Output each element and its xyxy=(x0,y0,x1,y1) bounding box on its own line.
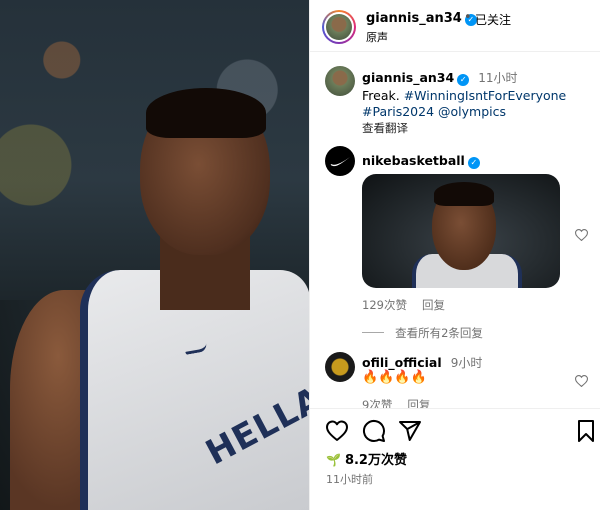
caption-username[interactable]: giannis_an34 xyxy=(362,70,454,85)
leaf-icon: 🌱 xyxy=(326,453,341,467)
comment-like-count[interactable]: 129次赞 xyxy=(362,298,407,312)
reply-button[interactable]: 回复 xyxy=(422,298,445,312)
reply-button[interactable]: 回复 xyxy=(407,398,430,408)
post-header: giannis_an34 ✓ • 已关注 原声 xyxy=(310,0,600,52)
comment-icon[interactable] xyxy=(362,419,386,443)
share-icon[interactable] xyxy=(398,419,422,443)
nike-swoosh-icon xyxy=(330,157,350,167)
post-sidebar: giannis_an34 ✓ • 已关注 原声 giannis_an34 ✓ 11小… xyxy=(309,0,600,510)
hashtag-link[interactable]: #WinningIsntForEveryone xyxy=(404,88,567,103)
commenter-avatar[interactable] xyxy=(325,146,355,176)
action-bar: 🌱 8.2万次赞 11小时前 xyxy=(310,408,600,510)
commenter-username[interactable]: ofili_official xyxy=(362,355,442,370)
comment-text: 🔥🔥🔥🔥 xyxy=(362,370,427,385)
author-avatar[interactable] xyxy=(322,10,356,44)
comment-time: 9小时 xyxy=(450,356,483,370)
post-media[interactable]: HELLAS xyxy=(0,0,309,510)
view-replies-button[interactable]: 查看所有2条回复 xyxy=(362,322,483,341)
like-count[interactable]: 🌱 8.2万次赞 xyxy=(326,449,407,468)
comment-like-heart-icon[interactable] xyxy=(574,372,589,388)
hashtag-link[interactable]: #Paris2024 xyxy=(362,104,434,119)
caption-time: 11小时 xyxy=(478,71,518,85)
author-username[interactable]: giannis_an34 ✓ xyxy=(366,11,477,26)
player-hair xyxy=(146,88,266,138)
verified-icon: ✓ xyxy=(457,74,470,86)
commenter-avatar[interactable] xyxy=(325,352,355,382)
heart-icon[interactable] xyxy=(325,419,349,443)
comment-like-heart-icon[interactable] xyxy=(574,226,589,242)
audio-label[interactable]: 原声 xyxy=(366,29,388,45)
caption-text: Freak. xyxy=(362,88,400,103)
comments-section[interactable]: giannis_an34 ✓ 11小时 Freak. #WinningIsntFo… xyxy=(310,52,600,408)
bookmark-icon[interactable] xyxy=(574,419,594,443)
comment-row: ofili_official 9小时 🔥🔥🔥🔥 9次赞 回复 xyxy=(310,350,600,408)
following-button[interactable]: 已关注 xyxy=(475,11,511,28)
see-translation-link[interactable]: 查看翻译 xyxy=(362,120,592,136)
verified-icon: ✓ xyxy=(467,157,480,169)
separator-dot: • xyxy=(464,10,472,25)
caption-row: giannis_an34 ✓ 11小时 Freak. #WinningIsntFo… xyxy=(310,66,600,136)
mention-link[interactable]: @olympics xyxy=(438,104,506,119)
commenter-username[interactable]: nikebasketball xyxy=(362,153,465,168)
comment-like-count[interactable]: 9次赞 xyxy=(362,398,392,408)
post-time: 11小时前 xyxy=(326,473,373,486)
caption-avatar[interactable] xyxy=(325,66,355,96)
comment-media[interactable] xyxy=(362,174,560,288)
